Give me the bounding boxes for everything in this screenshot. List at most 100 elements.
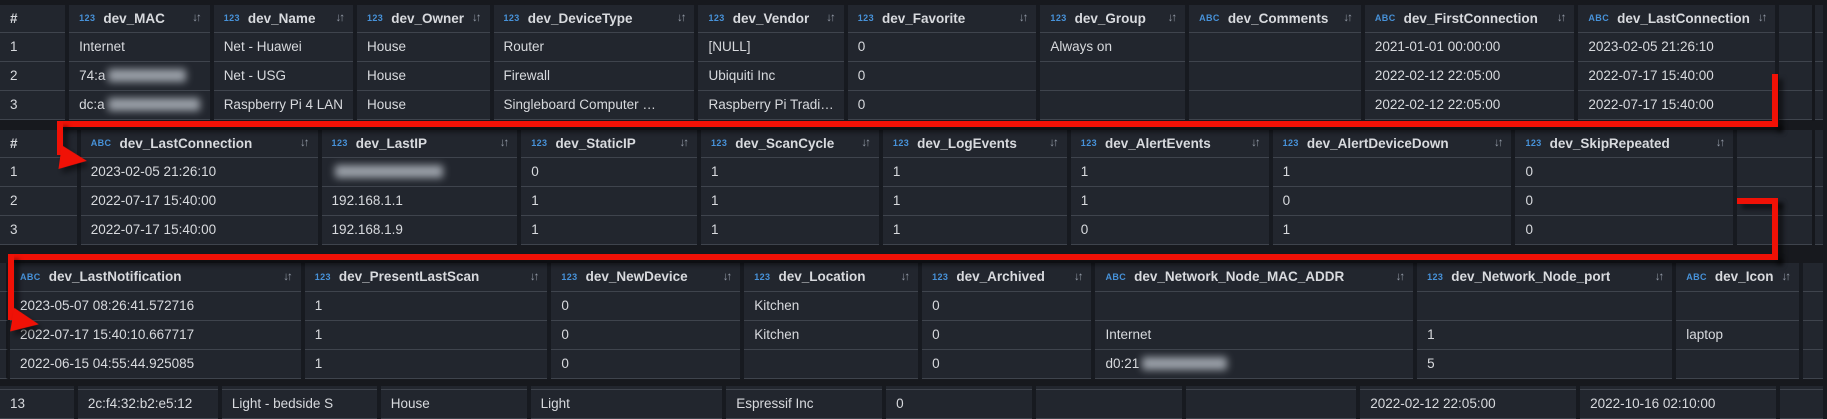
cell	[1415, 292, 1674, 321]
sort-icon[interactable]: ↓↑	[1041, 130, 1057, 157]
table-row: 274:aNet - USGHouseFirewallUbiquiti Inc0…	[0, 62, 1825, 91]
sort-icon[interactable]: ↓↑	[275, 263, 291, 291]
cell: 1	[1271, 216, 1514, 245]
number-type-icon: 123	[1283, 130, 1299, 157]
cell: Light	[529, 390, 725, 419]
sort-icon[interactable]: ↓↑	[184, 5, 200, 32]
column-header-dev_AlertEvents[interactable]: 123dev_AlertEvents↓↑	[1069, 130, 1271, 158]
sort-icon[interactable]: ↓↑	[464, 5, 480, 32]
sort-icon[interactable]: ↓↑	[522, 263, 538, 291]
cell: 1	[1271, 158, 1514, 187]
column-header-dev_Network_Node_port[interactable]: 123dev_Network_Node_port↓↑	[1415, 263, 1674, 292]
cell: 0	[1069, 216, 1271, 245]
cell: 0	[920, 321, 1093, 350]
column-label: dev_Group	[1075, 5, 1146, 32]
header-row: ABCdev_LastNotification↓↑ 123 dev_PresentL…	[10, 263, 1825, 292]
column-label: dev_MAC	[103, 5, 165, 32]
cell: Router	[492, 33, 697, 62]
column-label: dev_Archived	[956, 263, 1045, 291]
sort-icon[interactable]: ↓↑	[818, 5, 834, 32]
column-header-dev_Group[interactable]: 123dev_Group↓↑	[1038, 5, 1187, 33]
number-type-icon: 123	[1525, 130, 1541, 157]
column-header-dev_Name[interactable]: 123dev_Name↓↑	[212, 5, 355, 33]
sort-icon[interactable]: ↓↑	[1549, 5, 1565, 32]
cell: 0	[920, 350, 1093, 379]
column-header-dev_ScanCycle[interactable]: 123dev_ScanCycle↓↑	[699, 130, 881, 158]
cell: 1	[303, 292, 550, 321]
column-label: dev_LastConnection	[119, 130, 252, 157]
cell	[1038, 62, 1187, 91]
partial-bottom-row-grid: 132c:f4:32:b2:e5:12Light - bedside SHous…	[0, 386, 1827, 419]
sort-icon[interactable]: ↓↑	[492, 130, 508, 157]
number-type-icon: 123	[315, 263, 331, 291]
sort-icon[interactable]: ↓↑	[1011, 5, 1027, 32]
column-header-dev_LastConnection[interactable]: ABCdev_LastConnection↓↑	[79, 130, 320, 158]
number-type-icon: 123	[754, 263, 770, 291]
column-header-dev_PresentLastScan[interactable]: 123 dev_PresentLastScan ↓↑	[303, 263, 550, 292]
cell: Kitchen	[742, 321, 920, 350]
cell	[1801, 321, 1825, 350]
annotation-1-horizontal	[57, 121, 1778, 127]
column-header-dev_NewDevice[interactable]: 123dev_NewDevice↓↑	[549, 263, 742, 292]
column-header-dev_Vendor[interactable]: 123dev_Vendor↓↑	[696, 5, 845, 33]
column-header-dev_SkipRepeated[interactable]: 123dev_SkipRepeated↓↑	[1513, 130, 1735, 158]
cell	[1801, 350, 1825, 379]
sort-icon[interactable]: ↓↑	[1160, 5, 1176, 32]
sort-icon[interactable]: ↓↑	[893, 263, 909, 291]
column-header-dev_Owner[interactable]: 123dev_Owner↓↑	[355, 5, 492, 33]
redacted-value	[335, 165, 443, 178]
column-header-dev_AlertDeviceDown[interactable]: 123dev_AlertDeviceDown↓↑	[1271, 130, 1514, 158]
column-header-dev_Archived[interactable]: 123dev_Archived↓↑	[920, 263, 1093, 292]
table-row: 2022-06-15 04:55:44.925085100d0:215	[10, 350, 1825, 379]
column-header-dev_FirstConnection[interactable]: ABCdev_FirstConnection↓↑	[1363, 5, 1577, 33]
sort-icon[interactable]: ↓↑	[669, 5, 685, 32]
sort-icon[interactable]: ↓↑	[1243, 130, 1259, 157]
sort-icon[interactable]: ↓↑	[853, 130, 869, 157]
column-header-dev_Network_Node_MAC_ADDR[interactable]: ABCdev_Network_Node_MAC_ADDR↓↑	[1093, 263, 1415, 292]
sort-icon[interactable]: ↓↑	[1708, 130, 1724, 157]
column-label: dev_AlertEvents	[1105, 130, 1211, 157]
cell: 2022-07-17 15:40:00	[79, 216, 320, 245]
cell: Raspberry Pi Tradi…	[696, 91, 845, 120]
column-header-dev_DeviceType[interactable]: 123dev_DeviceType↓↑	[492, 5, 697, 33]
annotation-2-horizontal	[8, 254, 1778, 260]
column-header-dev_Favorite[interactable]: 123dev_Favorite↓↑	[846, 5, 1039, 33]
cell: 13	[0, 390, 76, 419]
sort-icon[interactable]: ↓↑	[1335, 5, 1351, 32]
sort-icon[interactable]: ↓↑	[715, 263, 731, 291]
column-header-dev_LastConnection[interactable]: ABCdev_LastConnection↓↑	[1576, 5, 1777, 33]
sort-icon[interactable]: ↓↑	[328, 5, 344, 32]
column-header-dev_MAC[interactable]: 123dev_MAC↓↑	[67, 5, 212, 33]
cell	[1674, 292, 1801, 321]
cell	[742, 350, 920, 379]
cell: 0	[920, 292, 1093, 321]
column-header-dev_LogEvents[interactable]: 123dev_LogEvents↓↑	[881, 130, 1069, 158]
sort-icon[interactable]: ↓↑	[1647, 263, 1663, 291]
cell: 192.168.1.9	[320, 216, 520, 245]
cell: 0	[846, 62, 1039, 91]
cell: 1	[881, 158, 1069, 187]
string-type-icon: ABC	[1686, 263, 1707, 291]
table-row: 3dc:aRaspberry Pi 4 LANHouseSingleboard …	[0, 91, 1825, 120]
column-label: dev_NewDevice	[586, 263, 688, 291]
sort-icon[interactable]: ↓↑	[1486, 130, 1502, 157]
cell: 1	[519, 216, 699, 245]
sort-icon[interactable]: ↓↑	[672, 130, 688, 157]
column-header-dev_LastIP[interactable]: 123dev_LastIP↓↑	[320, 130, 520, 158]
sort-icon[interactable]: ↓↑	[1388, 263, 1404, 291]
column-header-dev_LastNotification[interactable]: ABCdev_LastNotification↓↑	[10, 263, 303, 292]
column-label: dev_LastConnection	[1617, 5, 1750, 32]
column-header-dev_Location[interactable]: 123dev_Location↓↑	[742, 263, 920, 292]
devices-table-view-1: #123dev_MAC↓↑123dev_Name↓↑123dev_Owner↓↑…	[0, 5, 1827, 120]
column-header-dev_Icon[interactable]: ABCdev_Icon↓↑	[1674, 263, 1801, 292]
column-label: dev_Comments	[1228, 5, 1329, 32]
sort-icon[interactable]: ↓↑	[292, 130, 308, 157]
sort-icon[interactable]: ↓↑	[1750, 5, 1766, 32]
column-header-dev_Comments[interactable]: ABCdev_Comments↓↑	[1187, 5, 1363, 33]
sort-icon[interactable]: ↓↑	[1773, 263, 1789, 291]
string-type-icon: ABC	[1105, 263, 1126, 291]
column-header-dev_StaticIP[interactable]: 123dev_StaticIP↓↑	[519, 130, 699, 158]
sort-icon[interactable]: ↓↑	[1066, 263, 1082, 291]
cell: Light - bedside S	[220, 390, 379, 419]
column-label: dev_PresentLastScan	[339, 263, 479, 291]
